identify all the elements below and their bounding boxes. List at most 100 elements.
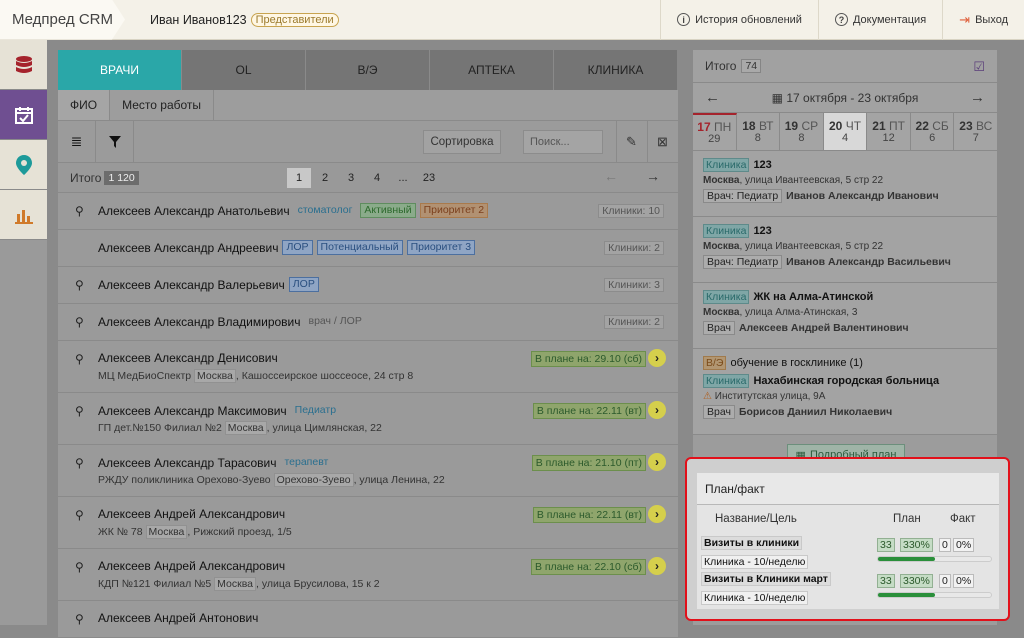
- doctor-name[interactable]: Алексеев Александр Валерьевич: [98, 278, 285, 292]
- database-button[interactable]: ≣: [58, 120, 96, 163]
- search-input[interactable]: Поиск...: [523, 130, 603, 154]
- visit-address: , улица Алма-Атинская, 3: [739, 307, 858, 318]
- day-thu[interactable]: 20 ЧТ 4: [823, 113, 868, 150]
- sidebar-item-map[interactable]: [0, 140, 47, 190]
- day-wed[interactable]: 19 СР 8: [780, 113, 824, 150]
- status-badge: Потенциальный: [316, 240, 403, 255]
- day-weekday: ВС: [975, 118, 993, 133]
- week-selector: ← ▦ 17 октября - 23 октября →: [693, 83, 997, 113]
- list-item[interactable]: ⚲ Алексеев Андрей Александрович ЖК № 78 …: [58, 497, 678, 549]
- page-1[interactable]: 1: [287, 168, 311, 188]
- user-name[interactable]: Иван Иванов123: [150, 13, 247, 27]
- plan-badge: В плане на: 22.10 (сб): [530, 559, 646, 575]
- map-pin-icon: ⚲: [75, 352, 84, 366]
- specialty-label: стоматолог: [297, 204, 353, 216]
- page-2[interactable]: 2: [313, 168, 337, 188]
- page-3[interactable]: 3: [339, 168, 363, 188]
- subtab-workplace[interactable]: Место работы: [110, 90, 215, 120]
- day-sun[interactable]: 23 ВС 7: [954, 113, 997, 150]
- doctor-name[interactable]: Алексеев Александр Максимович: [98, 404, 287, 418]
- city-label: Москва: [224, 421, 267, 435]
- tab-ve[interactable]: В/Э: [306, 50, 430, 90]
- list-item[interactable]: ⚲ Алексеев Александр Тарасович терапевт Р…: [58, 445, 678, 497]
- doctor-name[interactable]: Алексеев Александр Анатольевич: [98, 204, 290, 218]
- visit-place: 123: [753, 225, 772, 237]
- visit-city: Москва: [703, 241, 740, 252]
- list-item[interactable]: ⚲ Алексеев Александр Денисович МЦ МедБио…: [58, 341, 678, 393]
- map-pin-icon: ⚲: [75, 456, 84, 470]
- page-23[interactable]: 23: [417, 168, 441, 188]
- map-pin-icon: ⚲: [75, 560, 84, 574]
- subtab-fio[interactable]: ФИО: [58, 90, 111, 120]
- plan-badge: В плане на: 22.11 (вт): [532, 403, 646, 419]
- doctor-name[interactable]: Алексеев Андрей Антонович: [98, 611, 258, 625]
- next-page-arrow-icon[interactable]: →: [646, 168, 660, 184]
- app-brand[interactable]: Медпред CRM: [0, 0, 125, 40]
- chevron-right-icon[interactable]: ›: [648, 453, 666, 471]
- list-item[interactable]: ⚲ Алексеев Александр Владимирович врач / …: [58, 304, 678, 341]
- day-number: 18: [742, 118, 756, 133]
- tab-doctors[interactable]: ВРАЧИ: [58, 50, 182, 90]
- chevron-right-icon[interactable]: ›: [648, 505, 666, 523]
- excel-icon: ⊠: [657, 134, 668, 149]
- list-item[interactable]: ⚲ Алексеев Александр Анатольевич стоматол…: [58, 193, 678, 230]
- city-label: Москва: [194, 369, 236, 383]
- priority-badge: Приоритет 3: [406, 240, 476, 255]
- chevron-right-icon[interactable]: ›: [648, 401, 666, 419]
- workplace-name: РЖДУ поликлиника Орехово-Зуево: [98, 474, 271, 486]
- edit-button[interactable]: ✎: [616, 121, 646, 163]
- visit-card[interactable]: Клиника 123 Москва, улица Ивантеевская, 5…: [693, 151, 997, 217]
- sidebar-item-database[interactable]: [0, 40, 47, 90]
- prev-week-arrow-icon[interactable]: ←: [705, 89, 720, 106]
- excel-export-button[interactable]: ⊠: [647, 121, 677, 163]
- day-sat[interactable]: 22 СБ 6: [911, 113, 955, 150]
- day-weekday: ЧТ: [845, 118, 862, 133]
- clinics-count: Клиники: 2: [604, 241, 664, 255]
- doctors-panel: ВРАЧИ OL В/Э АПТЕКА КЛИНИКА ФИО Место ра…: [58, 50, 678, 638]
- filter-button[interactable]: [96, 120, 134, 163]
- sort-button[interactable]: Сортировка: [423, 130, 501, 154]
- visit-card[interactable]: В/Э обучение в госклинике (1) Клиника Наха…: [693, 349, 997, 435]
- day-number: 20: [829, 118, 843, 133]
- chevron-right-icon[interactable]: ›: [648, 557, 666, 575]
- list-item[interactable]: ⚲ Алексеев Александр Максимович Педиатр Г…: [58, 393, 678, 445]
- workplace-address: ЖК № 78 Москва, Рижский проезд, 1/5: [98, 525, 292, 539]
- doctor-name[interactable]: Алексеев Александр Андреевич: [98, 241, 278, 255]
- list-item[interactable]: ⚲ Алексеев Андрей Александрович КДП №121…: [58, 549, 678, 601]
- day-number: 22: [915, 118, 929, 133]
- day-weekday: ПТ: [888, 118, 905, 133]
- day-mon[interactable]: 17 ПН 29: [693, 113, 737, 150]
- doctor-name[interactable]: Алексеев Александр Владимирович: [98, 315, 301, 329]
- day-number: 21: [872, 118, 886, 133]
- updates-link[interactable]: i История обновлений: [660, 0, 818, 40]
- list-item[interactable]: Алексеев Александр Андреевич ЛОР Потенциал…: [58, 230, 678, 267]
- plan-value: 33: [877, 538, 895, 552]
- visit-place: Нахабинская городская больница: [753, 375, 940, 387]
- doctor-name[interactable]: Алексеев Александр Тарасович: [98, 456, 276, 470]
- calendar-check-icon[interactable]: ☑: [973, 59, 985, 75]
- sidebar-item-stats[interactable]: [0, 190, 47, 240]
- sidebar-item-calendar[interactable]: [0, 90, 47, 140]
- day-weekday: СР: [801, 118, 819, 133]
- tab-pharmacy[interactable]: АПТЕКА: [430, 50, 554, 90]
- docs-link[interactable]: ? Документация: [817, 0, 942, 40]
- day-tue[interactable]: 18 ВТ 8: [737, 113, 781, 150]
- doctor-name[interactable]: Алексеев Андрей Александрович: [98, 507, 285, 521]
- next-week-arrow-icon[interactable]: →: [970, 89, 985, 106]
- logout-link[interactable]: ⇥ Выход: [942, 0, 1024, 40]
- doctor-name[interactable]: Алексеев Александр Денисович: [98, 351, 278, 365]
- doctor-name[interactable]: Алексеев Андрей Александрович: [98, 559, 285, 573]
- tab-clinic[interactable]: КЛИНИКА: [554, 50, 678, 90]
- list-item[interactable]: ⚲ Алексеев Андрей Антонович: [58, 601, 678, 638]
- page-4[interactable]: 4: [365, 168, 389, 188]
- clinics-count: Клиники: 10: [598, 204, 664, 218]
- visit-card[interactable]: Клиника 123 Москва, улица Ивантеевская, 5…: [693, 217, 997, 283]
- visit-card[interactable]: Клиника ЖК на Алма-Атинской Москва, улица…: [693, 283, 997, 349]
- map-pin-icon: ⚲: [75, 204, 84, 218]
- day-fri[interactable]: 21 ПТ 12: [867, 113, 911, 150]
- list-item[interactable]: ⚲ Алексеев Александр Валерьевич ЛОР Клини…: [58, 267, 678, 304]
- chevron-right-icon[interactable]: ›: [648, 349, 666, 367]
- prev-page-arrow-icon[interactable]: ←: [604, 168, 618, 184]
- tab-ol[interactable]: OL: [182, 50, 306, 90]
- week-range[interactable]: ▦ 17 октября - 23 октября: [772, 91, 919, 105]
